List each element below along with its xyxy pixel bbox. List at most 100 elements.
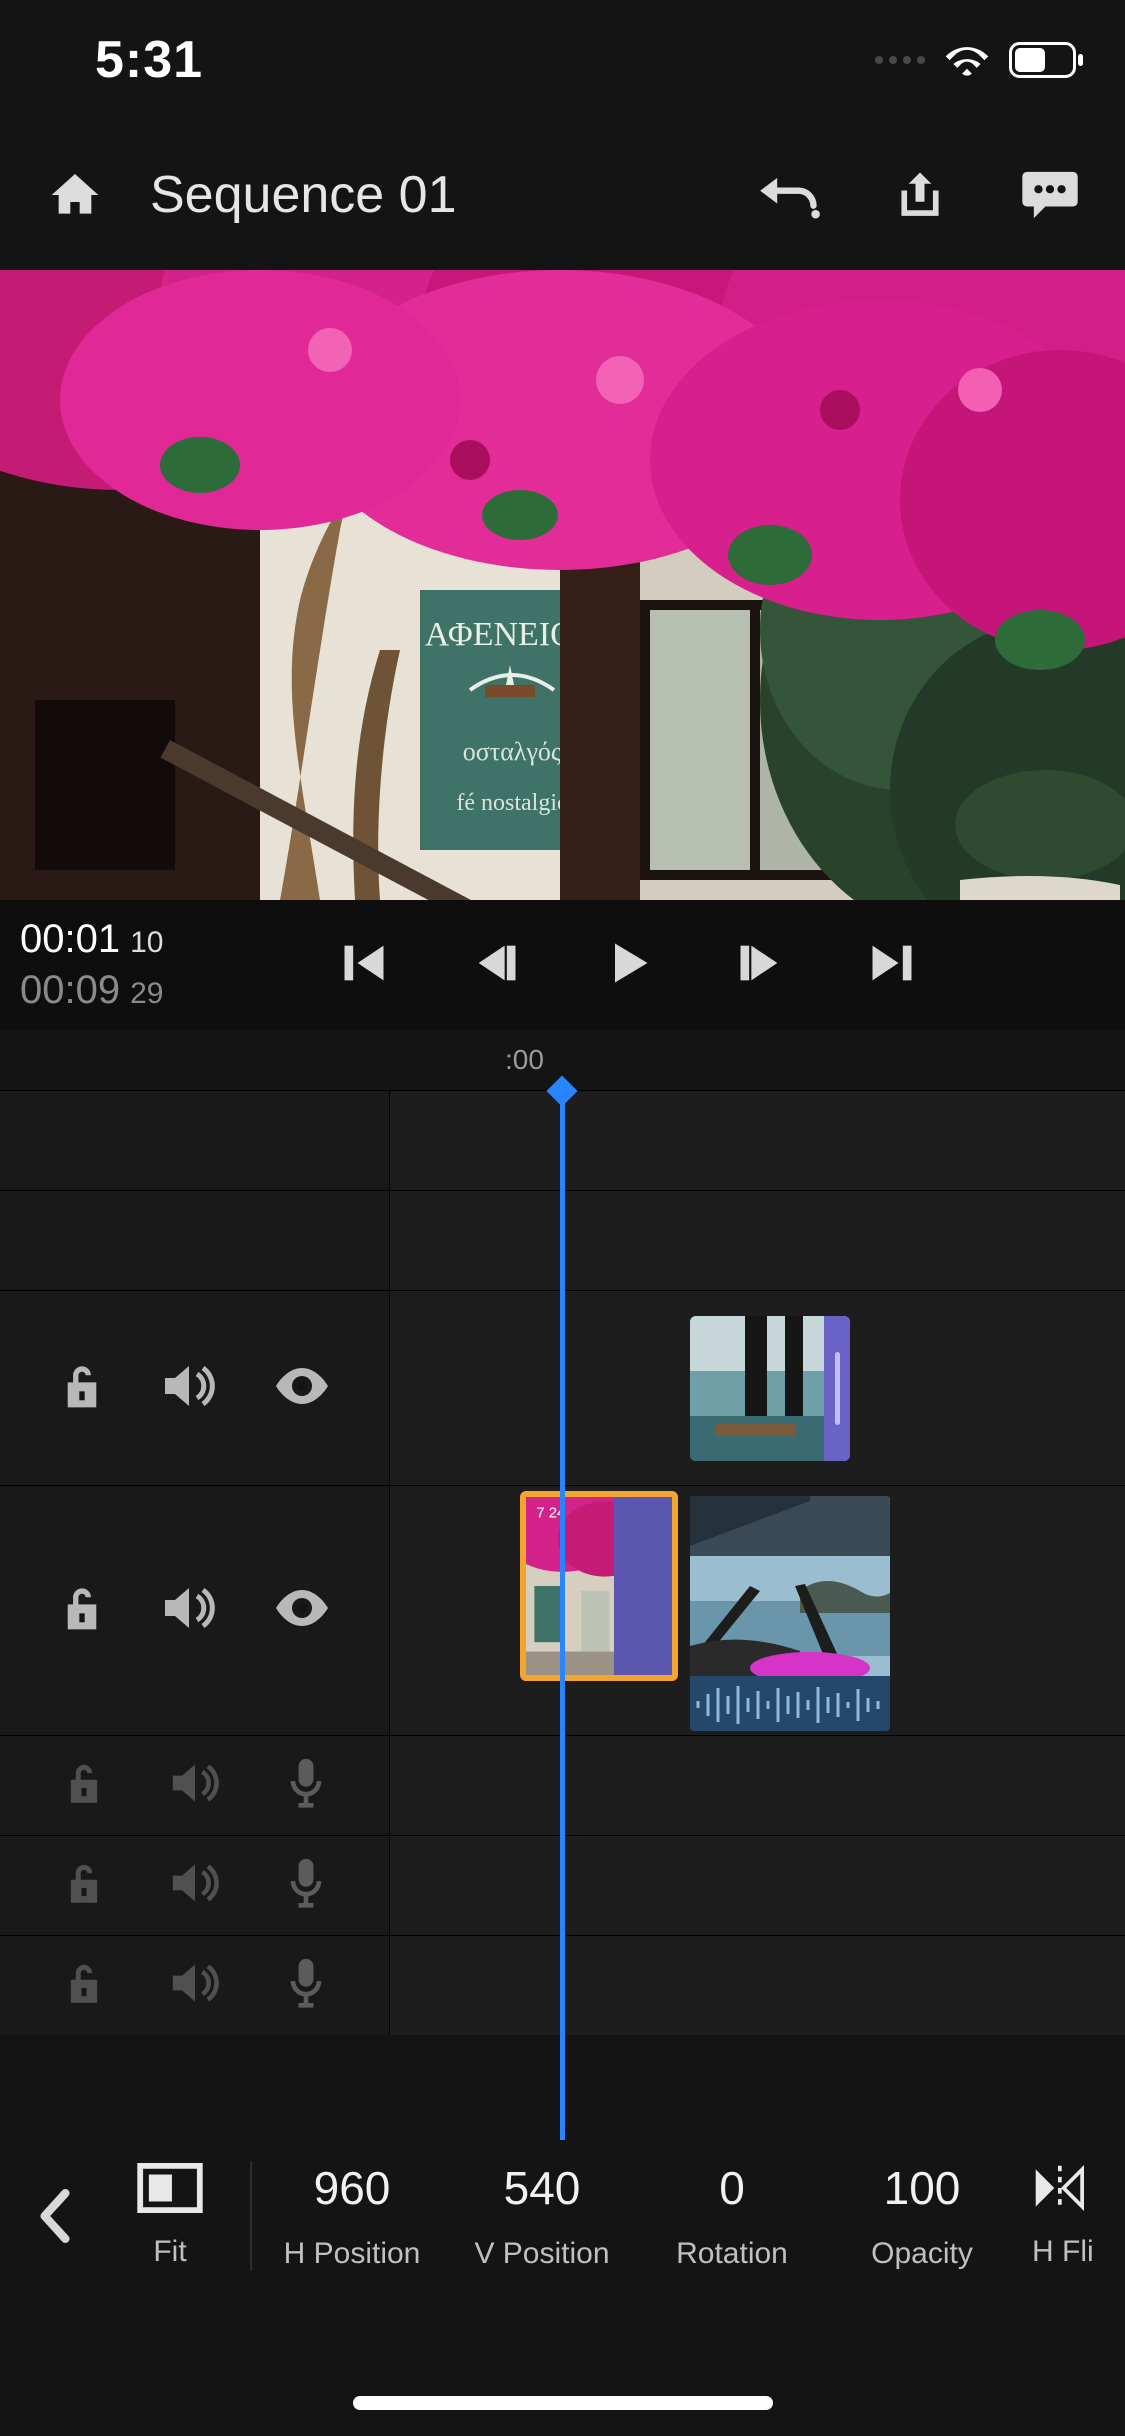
step-back-button[interactable] bbox=[470, 937, 522, 994]
lock-toggle[interactable] bbox=[64, 1860, 104, 1911]
undo-button[interactable] bbox=[755, 160, 825, 230]
timeline[interactable]: 7 24 bbox=[0, 1090, 1125, 2140]
status-time: 5:31 bbox=[95, 30, 203, 90]
inspector-value: 0 bbox=[719, 2161, 745, 2215]
eye-icon bbox=[274, 1588, 330, 1628]
visibility-toggle[interactable] bbox=[274, 1588, 330, 1633]
unlock-icon bbox=[64, 1760, 104, 1806]
inspector-value: 960 bbox=[314, 2161, 391, 2215]
clip-v2[interactable] bbox=[690, 1316, 850, 1461]
track-content[interactable] bbox=[390, 1736, 1125, 1835]
unlock-icon bbox=[60, 1583, 104, 1633]
mute-toggle[interactable] bbox=[171, 1962, 219, 2009]
lock-toggle[interactable] bbox=[60, 1583, 104, 1638]
svg-text:fé nostalgic: fé nostalgic bbox=[456, 790, 567, 816]
divider bbox=[250, 2161, 252, 2271]
chat-icon bbox=[1020, 169, 1080, 221]
comments-button[interactable] bbox=[1015, 160, 1085, 230]
unlock-icon bbox=[64, 1860, 104, 1906]
playhead[interactable] bbox=[560, 1090, 565, 2140]
unlock-icon bbox=[60, 1361, 104, 1411]
inspector-label: Rotation bbox=[676, 2237, 788, 2271]
clip-thumbnail bbox=[690, 1496, 890, 1731]
battery-icon bbox=[1009, 42, 1085, 78]
go-to-end-button[interactable] bbox=[866, 937, 918, 994]
mute-toggle[interactable] bbox=[171, 1762, 219, 1809]
mute-toggle[interactable] bbox=[163, 1363, 215, 1414]
voiceover-button[interactable] bbox=[286, 1757, 326, 1814]
track-content[interactable] bbox=[390, 1191, 1125, 1290]
clip-trim-handle[interactable] bbox=[824, 1316, 850, 1461]
play-icon bbox=[602, 937, 654, 989]
volume-icon bbox=[163, 1363, 215, 1409]
visibility-toggle[interactable] bbox=[274, 1366, 330, 1411]
home-button[interactable] bbox=[40, 160, 110, 230]
voiceover-button[interactable] bbox=[286, 1957, 326, 2014]
app-titlebar: Sequence 01 bbox=[0, 120, 1125, 270]
volume-icon bbox=[171, 1962, 219, 2004]
home-indicator[interactable] bbox=[353, 2396, 773, 2410]
track-content[interactable] bbox=[390, 1091, 1125, 1190]
inspector-label: V Position bbox=[474, 2237, 609, 2271]
tc-duration: 00:09 bbox=[20, 968, 120, 1013]
track-header bbox=[0, 1736, 390, 1835]
play-button[interactable] bbox=[602, 937, 654, 994]
transport-controls bbox=[230, 937, 1025, 994]
lock-toggle[interactable] bbox=[64, 1760, 104, 1811]
clip-v1-b[interactable] bbox=[690, 1496, 890, 1731]
inspector-hpos[interactable]: 960 H Position bbox=[262, 2161, 442, 2271]
inspector-hflip[interactable]: H Fli bbox=[1022, 2163, 1104, 2269]
track-content[interactable]: 7 24 bbox=[390, 1486, 1125, 1735]
mic-icon bbox=[286, 1857, 326, 1909]
track-header bbox=[0, 1191, 390, 1290]
inspector-opac[interactable]: 100 Opacity bbox=[832, 2161, 1012, 2271]
track-header bbox=[0, 1836, 390, 1935]
transport-bar: 00:01 10 00:09 29 bbox=[0, 900, 1125, 1030]
app-screen: 5:31 Sequence 01 bbox=[0, 0, 1125, 2436]
lock-toggle[interactable] bbox=[64, 1960, 104, 2011]
share-icon bbox=[893, 168, 947, 222]
inspector-vpos[interactable]: 540 V Position bbox=[452, 2161, 632, 2271]
home-icon bbox=[47, 167, 103, 223]
tc-current-frames: 10 bbox=[130, 926, 163, 960]
track-header bbox=[0, 1486, 390, 1735]
mute-toggle[interactable] bbox=[171, 1862, 219, 1909]
timecode-block: 00:01 10 00:09 29 bbox=[20, 917, 210, 1013]
preview-monitor[interactable]: ΑΦΕΝΕΙΟΝ οσταλγός fé nostalgic bbox=[0, 270, 1125, 900]
inspector-label: Fit bbox=[153, 2235, 186, 2269]
preview-image: ΑΦΕΝΕΙΟΝ οσταλγός fé nostalgic bbox=[0, 270, 1125, 900]
tc-current: 00:01 bbox=[20, 917, 120, 962]
skip-back-icon bbox=[338, 937, 390, 989]
svg-text:οσταλγός: οσταλγός bbox=[463, 737, 562, 766]
wifi-icon bbox=[945, 43, 989, 77]
inspector-back-button[interactable] bbox=[20, 2189, 90, 2243]
voiceover-button[interactable] bbox=[286, 1857, 326, 1914]
step-back-icon bbox=[470, 937, 522, 989]
go-to-start-button[interactable] bbox=[338, 937, 390, 994]
lock-toggle[interactable] bbox=[60, 1361, 104, 1416]
inspector-label: H Fli bbox=[1032, 2235, 1094, 2269]
mic-icon bbox=[286, 1757, 326, 1809]
inspector-fit[interactable]: Fit bbox=[100, 2163, 240, 2269]
clip-v1-a[interactable]: 7 24 bbox=[520, 1491, 678, 1681]
volume-icon bbox=[171, 1762, 219, 1804]
eye-icon bbox=[274, 1366, 330, 1406]
inspector-value: 100 bbox=[884, 2161, 961, 2215]
export-button[interactable] bbox=[885, 160, 955, 230]
track-content[interactable] bbox=[390, 1836, 1125, 1935]
tc-duration-frames: 29 bbox=[130, 977, 163, 1011]
clip-thumbnail: 7 24 bbox=[526, 1497, 672, 1675]
inspector-label: H Position bbox=[284, 2237, 421, 2271]
step-forward-button[interactable] bbox=[734, 937, 786, 994]
sequence-title: Sequence 01 bbox=[150, 165, 715, 225]
mute-toggle[interactable] bbox=[163, 1585, 215, 1636]
track-header bbox=[0, 1936, 390, 2035]
track-content[interactable] bbox=[390, 1291, 1125, 1485]
inspector-rot[interactable]: 0 Rotation bbox=[642, 2161, 822, 2271]
status-bar: 5:31 bbox=[0, 0, 1125, 120]
volume-icon bbox=[171, 1862, 219, 1904]
fit-icon bbox=[137, 2163, 203, 2213]
track-content[interactable] bbox=[390, 1936, 1125, 2035]
inspector-label: Opacity bbox=[871, 2237, 973, 2271]
inspector-value: 540 bbox=[504, 2161, 581, 2215]
